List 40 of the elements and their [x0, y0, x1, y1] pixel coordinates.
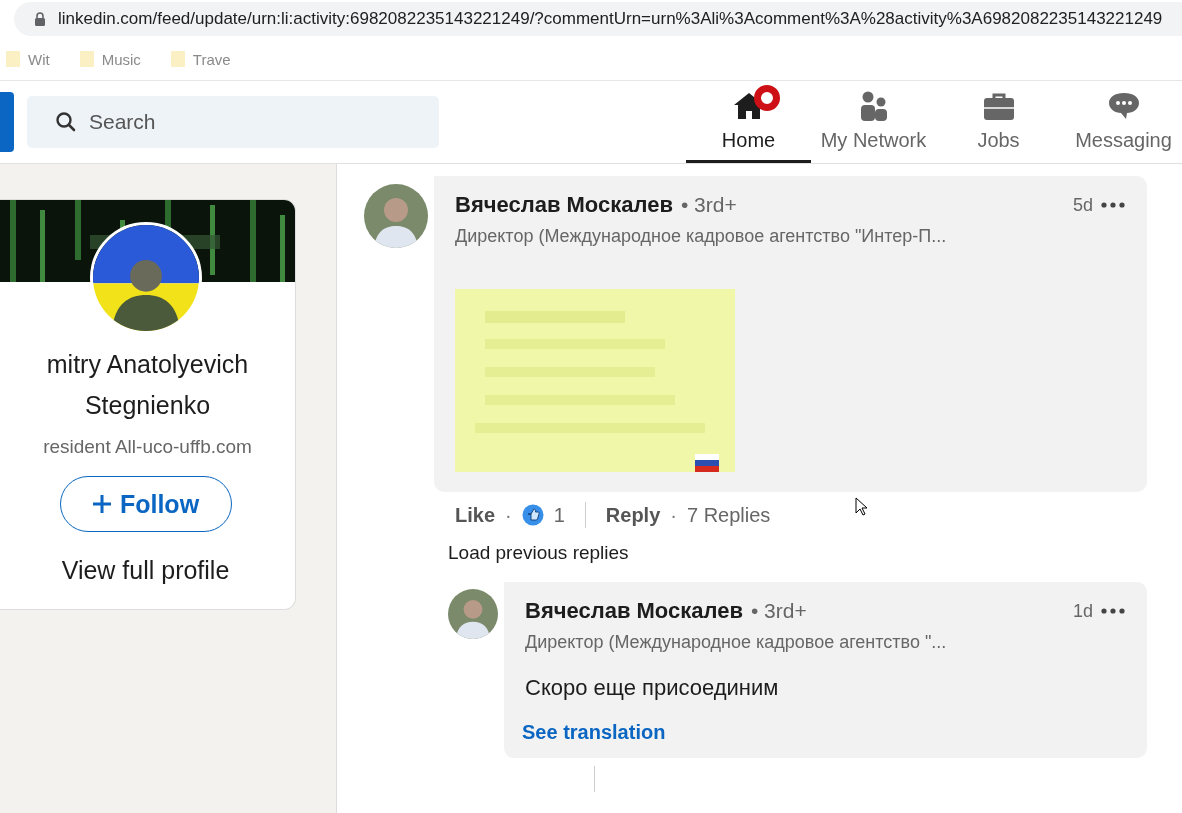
- avatar[interactable]: [89, 222, 202, 334]
- view-profile-link[interactable]: View full profile: [61, 556, 230, 585]
- separator-dot: ·: [505, 503, 512, 527]
- connection-degree: • 3rd+: [680, 193, 737, 217]
- bookmark[interactable]: Wit: [6, 50, 50, 68]
- author-headline: Директор (Международное кадровое агентство "...: [525, 632, 947, 653]
- timestamp: 1d: [1072, 600, 1093, 622]
- more-icon[interactable]: [1101, 608, 1125, 614]
- reaction-count[interactable]: 1: [553, 503, 565, 527]
- separator-dot: ·: [670, 503, 677, 527]
- author-name[interactable]: Вячеслав Москалев: [455, 192, 673, 218]
- search-field[interactable]: Search: [27, 96, 439, 148]
- replies-count[interactable]: 7 Replies: [686, 503, 771, 527]
- search-icon: [55, 111, 77, 133]
- more-icon[interactable]: [1101, 202, 1125, 208]
- nav-tab[interactable]: Jobs: [936, 81, 1061, 163]
- briefcase-icon: [982, 91, 1015, 121]
- cursor-icon: [855, 497, 869, 517]
- load-previous-replies-link[interactable]: Load previous replies: [448, 542, 1147, 564]
- reply-text: Скоро еще присоединим: [525, 675, 780, 701]
- connection-degree: • 3rd+: [750, 599, 807, 623]
- url-text: linkedin.com/feed/update/urn:li:activity:6982082235143221249/?commentUrn=urn%3Ali%3Acomment%3A%28activity%3A6982082235143221249: [58, 9, 1163, 29]
- thumbs-up-icon: [521, 504, 544, 526]
- see-translation-link[interactable]: See translation: [522, 721, 1125, 744]
- profile-name[interactable]: mitry Anatolyevich Stegnienko: [37, 344, 258, 426]
- timestamp: 5d: [1072, 194, 1093, 216]
- reply-button[interactable]: Reply: [605, 503, 661, 527]
- like-button[interactable]: Like: [455, 503, 496, 527]
- nav-tab[interactable]: Messaging: [1061, 81, 1182, 163]
- author-headline: Директор (Международное кадровое агентство "Интер-П...: [455, 226, 947, 247]
- address-bar[interactable]: linkedin.com/feed/update/urn:li:activity:6982082235143221249/?commentUrn=urn%3Ali%3Acomment%3A%28activity%3A6982082235143221249: [14, 2, 1182, 36]
- follow-button[interactable]: Follow: [59, 476, 232, 532]
- lock-icon: [34, 12, 46, 26]
- nav-tab[interactable]: My Network: [811, 81, 936, 163]
- plus-icon: [91, 494, 112, 514]
- author-name[interactable]: Вячеслав Москалев: [525, 598, 743, 624]
- profile-headline: resident All-uco-uffb.com: [43, 436, 252, 458]
- bookmark[interactable]: Music: [79, 50, 141, 68]
- chat-bubble-icon: [1106, 91, 1141, 121]
- bookmark[interactable]: Trave: [170, 50, 231, 68]
